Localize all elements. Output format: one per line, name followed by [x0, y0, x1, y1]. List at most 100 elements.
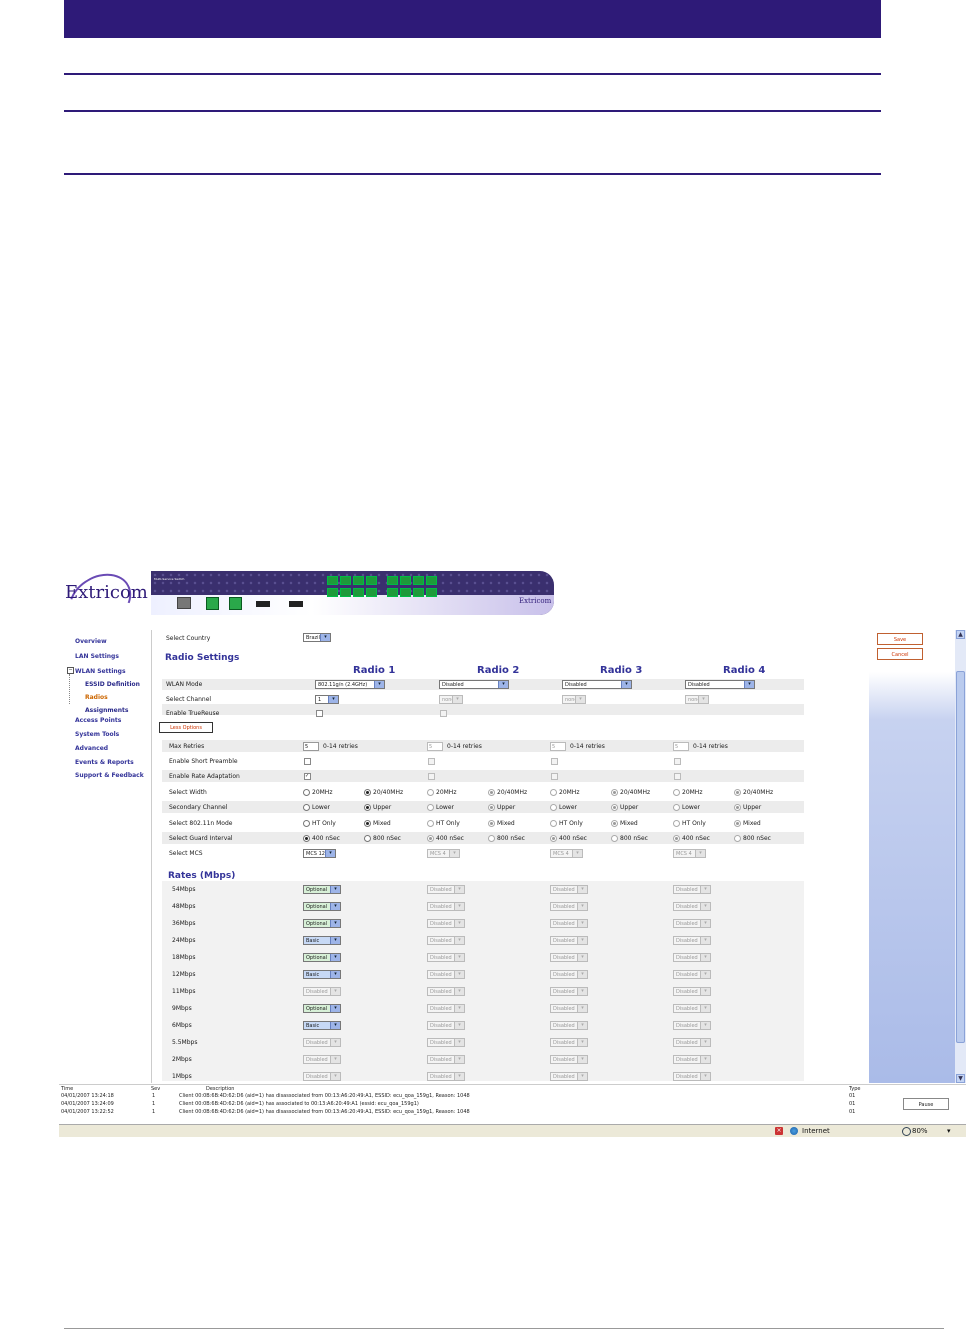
- scrollbar-thumb[interactable]: [956, 671, 965, 1043]
- zoom-dropdown-icon[interactable]: ▾: [947, 1127, 951, 1135]
- chevron-down-icon: ▾: [330, 1022, 340, 1029]
- zone-label: Internet: [802, 1127, 830, 1135]
- nav-support-feedback[interactable]: Support & Feedback: [75, 772, 144, 779]
- radio-port-icon: [353, 576, 364, 585]
- app-banner: Extricom Multi-Service Switch Extricom: [59, 568, 966, 640]
- rate-select-radio2: Disabled ▾: [427, 885, 465, 894]
- chevron-down-icon: ▾: [700, 1022, 710, 1029]
- select-value: Disabled: [430, 955, 452, 961]
- select-value: Optional: [306, 955, 328, 961]
- select-value: Disabled: [430, 1040, 452, 1046]
- chevron-down-icon: ▾: [700, 886, 710, 893]
- select-value: Disabled: [430, 1006, 452, 1012]
- chevron-down-icon: ▾: [577, 903, 587, 910]
- rate-label: 48Mbps: [172, 903, 196, 910]
- rate-select-radio4: Disabled ▾: [673, 902, 711, 911]
- chevron-down-icon: ▾: [700, 1056, 710, 1063]
- rate-select-radio1[interactable]: Optional ▾: [303, 919, 341, 928]
- zoom-level[interactable]: 80%: [912, 1127, 928, 1135]
- chevron-down-icon: ▾: [454, 1022, 464, 1029]
- zoom-icon: [902, 1127, 911, 1136]
- select-value: Disabled: [553, 1023, 575, 1029]
- nav-radios[interactable]: Radios: [85, 694, 108, 701]
- cancel-button[interactable]: Cancel: [877, 648, 923, 660]
- select-value: Basic: [306, 1023, 320, 1029]
- log-type: 01: [849, 1109, 856, 1115]
- log-rows: 04/01/2007 13:24:18 1 Client 00:0B:6B:4D:6…: [59, 1085, 899, 1125]
- rate-select-radio1[interactable]: Optional ▾: [303, 902, 341, 911]
- select-value: Disabled: [553, 1074, 575, 1080]
- radio-port-icon: [413, 576, 424, 585]
- globe-icon: [790, 1127, 798, 1135]
- radio-port-icon: [366, 576, 377, 585]
- rates-band: [162, 881, 804, 1081]
- log-description: Client 00:0B:6B:4D:62:D6 (aid=1) has dis…: [179, 1109, 470, 1115]
- rate-select-radio1[interactable]: Optional ▾: [303, 885, 341, 894]
- chevron-down-icon: ▾: [454, 1073, 464, 1080]
- chevron-down-icon: ▾: [330, 920, 340, 927]
- event-log: Time Sev Description Type 04/01/2007 13:…: [59, 1084, 966, 1125]
- select-value: Disabled: [430, 921, 452, 927]
- rate-label: 1Mbps: [172, 1073, 192, 1080]
- select-value: Disabled: [306, 989, 328, 995]
- nav-assignments[interactable]: Assignments: [85, 707, 128, 714]
- chevron-down-icon: ▾: [577, 988, 587, 995]
- document-header-bar: [64, 0, 881, 38]
- rate-select-radio1[interactable]: Basic ▾: [303, 936, 341, 945]
- rate-select-radio2: Disabled ▾: [427, 970, 465, 979]
- pause-button[interactable]: Pause: [903, 1098, 949, 1110]
- collapse-icon[interactable]: −: [67, 667, 74, 674]
- browser-status-bar: × Internet 80% ▾: [59, 1124, 966, 1137]
- rate-select-radio1[interactable]: Optional ▾: [303, 953, 341, 962]
- rate-select-radio4: Disabled ▾: [673, 987, 711, 996]
- rate-select-radio1[interactable]: Basic ▾: [303, 970, 341, 979]
- nav-overview[interactable]: Overview: [75, 638, 107, 645]
- rate-select-radio4: Disabled ▾: [673, 885, 711, 894]
- rate-select-radio1[interactable]: Optional ▾: [303, 1004, 341, 1013]
- nav-system-tools[interactable]: System Tools: [75, 731, 119, 738]
- log-time: 04/01/2007 13:24:18: [61, 1093, 114, 1099]
- nav-events-reports[interactable]: Events & Reports: [75, 759, 134, 766]
- nav-access-points[interactable]: Access Points: [75, 717, 121, 724]
- rate-label: 2Mbps: [172, 1056, 192, 1063]
- rate-select-radio3: Disabled ▾: [550, 953, 588, 962]
- select-value: Disabled: [553, 1057, 575, 1063]
- rate-select-radio4: Disabled ▾: [673, 1004, 711, 1013]
- logo-arc-icon: [59, 568, 142, 640]
- radio-port-icon: [387, 576, 398, 585]
- select-value: Disabled: [553, 955, 575, 961]
- chevron-down-icon: ▾: [454, 971, 464, 978]
- scroll-up-icon[interactable]: ▲: [956, 630, 965, 639]
- rate-select-radio1[interactable]: Basic ▾: [303, 1021, 341, 1030]
- select-value: Disabled: [553, 972, 575, 978]
- nav-lan-settings[interactable]: LAN Settings: [75, 653, 119, 660]
- rate-select-radio4: Disabled ▾: [673, 1055, 711, 1064]
- nav-wlan-settings[interactable]: WLAN Settings: [75, 668, 126, 675]
- rate-select-radio4: Disabled ▾: [673, 1072, 711, 1081]
- rate-select-radio2: Disabled ▾: [427, 902, 465, 911]
- rate-select-radio2: Disabled ▾: [427, 1021, 465, 1030]
- chevron-down-icon: ▾: [700, 920, 710, 927]
- rate-label: 12Mbps: [172, 971, 196, 978]
- rate-select-radio2: Disabled ▾: [427, 1004, 465, 1013]
- select-value: Disabled: [553, 989, 575, 995]
- left-navigation: Overview LAN Settings − WLAN Settings ES…: [59, 630, 151, 1083]
- select-value: Disabled: [553, 1040, 575, 1046]
- rate-select-radio4: Disabled ▾: [673, 970, 711, 979]
- nav-advanced[interactable]: Advanced: [75, 745, 108, 752]
- nav-essid-definition[interactable]: ESSID Definition: [85, 681, 140, 688]
- rate-select-radio3: Disabled ▾: [550, 1072, 588, 1081]
- save-button[interactable]: Save: [877, 633, 923, 645]
- scroll-down-icon[interactable]: ▼: [956, 1074, 965, 1083]
- rate-select-radio3: Disabled ▾: [550, 1021, 588, 1030]
- select-value: Basic: [306, 972, 320, 978]
- device-model-label: Multi-Service Switch: [154, 577, 185, 581]
- rate-select-radio3: Disabled ▾: [550, 919, 588, 928]
- select-value: Optional: [306, 887, 328, 893]
- port-icon: [229, 597, 242, 610]
- chevron-down-icon: ▾: [577, 971, 587, 978]
- chevron-down-icon: ▾: [700, 1073, 710, 1080]
- radio-port-icon: [426, 576, 437, 585]
- rate-select-radio1: Disabled ▾: [303, 987, 341, 996]
- rate-select-radio3: Disabled ▾: [550, 902, 588, 911]
